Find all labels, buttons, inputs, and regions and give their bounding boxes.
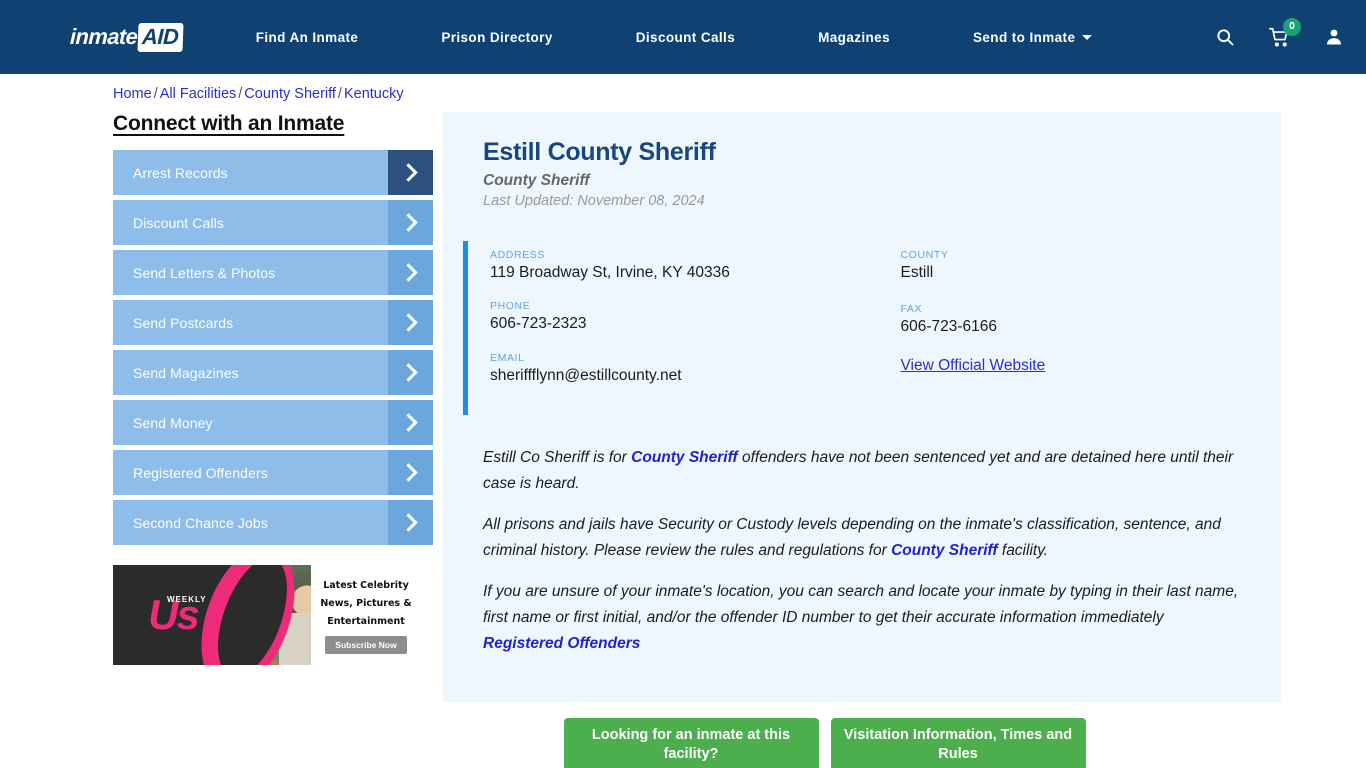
phone-value: 606-723-2323 bbox=[490, 315, 587, 333]
desc-p2-text-b: facility. bbox=[997, 542, 1049, 560]
page-layout: Connect with an Inmate Arrest Records Di… bbox=[0, 108, 1366, 768]
site-header: inmate + AID Find An Inmate Prison Direc… bbox=[0, 0, 1366, 74]
sidebar-item-label: Send Money bbox=[133, 414, 213, 431]
sidebar-item-send-money[interactable]: Send Money bbox=[113, 400, 433, 445]
sidebar-title: Connect with an Inmate bbox=[113, 112, 345, 135]
sidebar-item-arrest-records[interactable]: Arrest Records bbox=[113, 150, 433, 195]
phone-label: PHONE bbox=[490, 300, 531, 313]
fax-value: 606-723-6166 bbox=[900, 318, 998, 336]
nav-discount-calls[interactable]: Discount Calls bbox=[634, 24, 737, 51]
nav-send-to-inmate[interactable]: Send to Inmate bbox=[971, 24, 1094, 51]
account-icon[interactable] bbox=[1324, 27, 1344, 47]
ad-brand-sub: WEEKLY bbox=[167, 595, 207, 604]
breadcrumb-item-all-facilities[interactable]: All Facilities bbox=[160, 86, 237, 102]
header-icon-group: 0 bbox=[1215, 17, 1344, 48]
contact-column-left: ADDRESS 119 Broadway St, Irvine, KY 4033… bbox=[490, 249, 869, 403]
fax-label: FAX bbox=[900, 303, 923, 316]
sidebar-item-send-postcards[interactable]: Send Postcards bbox=[113, 300, 433, 345]
chevron-down-icon bbox=[1082, 34, 1093, 40]
sidebar-item-label: Arrest Records bbox=[133, 164, 228, 181]
chevron-right-icon bbox=[388, 400, 433, 445]
email-value: sheriffflynn@estillcounty.net bbox=[490, 366, 682, 384]
desc-p1-text-a: Estill Co Sheriff is for bbox=[483, 449, 632, 467]
find-inmate-button[interactable]: Looking for an inmate at this facility? bbox=[563, 718, 819, 768]
desc-p3-text-a: If you are unsure of your inmate's locat… bbox=[483, 583, 1239, 627]
chevron-right-icon bbox=[388, 200, 433, 245]
sidebar-item-label: Registered Offenders bbox=[133, 464, 268, 481]
chevron-right-icon bbox=[388, 250, 433, 295]
ad-text: Latest Celebrity News, Pictures & Entert… bbox=[320, 580, 412, 627]
sidebar-item-label: Send Letters & Photos bbox=[133, 264, 276, 281]
address-label: ADDRESS bbox=[490, 249, 545, 261]
chevron-right-icon bbox=[388, 300, 433, 345]
sidebar-item-label: Second Chance Jobs bbox=[133, 514, 268, 531]
nav-find-an-inmate[interactable]: Find An Inmate bbox=[254, 24, 361, 51]
breadcrumb: Home / All Facilities / County Sheriff / Kentu… bbox=[0, 74, 1366, 108]
advertisement-banner[interactable]: Us WEEKLY Latest Celebrity News, Picture… bbox=[113, 565, 423, 665]
view-official-website-link[interactable]: View Official Website bbox=[901, 357, 1046, 375]
logo-aid: AID bbox=[137, 22, 185, 52]
desc-p2-text-a: All prisons and jails have Security or C… bbox=[483, 516, 1221, 560]
cart-count-badge: 0 bbox=[1283, 17, 1301, 36]
breadcrumb-item-home[interactable]: Home bbox=[113, 86, 152, 102]
breadcrumb-separator: / bbox=[238, 86, 243, 102]
desc-p1-link[interactable]: County Sheriff bbox=[631, 449, 738, 466]
chevron-right-icon bbox=[388, 450, 433, 495]
nav-send-to-inmate-label: Send to Inmate bbox=[973, 29, 1076, 45]
cart-icon[interactable]: 0 bbox=[1269, 17, 1301, 48]
sidebar-item-label: Send Magazines bbox=[133, 364, 239, 381]
nav-magazines[interactable]: Magazines bbox=[816, 24, 892, 51]
search-icon[interactable] bbox=[1215, 27, 1235, 47]
description-paragraph-3: If you are unsure of your inmate's locat… bbox=[483, 579, 1247, 657]
ad-copy-block: Latest Celebrity News, Pictures & Entert… bbox=[311, 565, 423, 665]
sidebar-item-registered-offenders[interactable]: Registered Offenders bbox=[113, 450, 433, 495]
breadcrumb-separator: / bbox=[153, 86, 158, 102]
chevron-right-icon bbox=[388, 150, 433, 195]
main-content: Estill County Sheriff County Sheriff Las… bbox=[433, 108, 1366, 768]
description-paragraph-1: Estill Co Sheriff is for County Sheriff … bbox=[483, 445, 1247, 497]
visitation-info-button[interactable]: Visitation Information, Times and Rules bbox=[830, 718, 1086, 768]
facility-card: Estill County Sheriff County Sheriff Las… bbox=[443, 112, 1281, 703]
sidebar-item-label: Discount Calls bbox=[133, 214, 224, 231]
county-value: Estill bbox=[900, 264, 934, 281]
facility-type: County Sheriff bbox=[483, 172, 590, 189]
description-paragraph-2: All prisons and jails have Security or C… bbox=[483, 512, 1247, 564]
breadcrumb-item-kentucky[interactable]: Kentucky bbox=[344, 86, 404, 102]
main-navigation: Find An Inmate Prison Directory Discount… bbox=[254, 24, 1167, 51]
sidebar-item-send-magazines[interactable]: Send Magazines bbox=[113, 350, 433, 395]
breadcrumb-item-county-sheriff[interactable]: County Sheriff bbox=[244, 86, 336, 102]
nav-prison-directory[interactable]: Prison Directory bbox=[439, 24, 554, 51]
ad-subscribe-button[interactable]: Subscribe Now bbox=[325, 636, 407, 654]
breadcrumb-separator: / bbox=[337, 86, 342, 102]
desc-p3-link[interactable]: Registered Offenders bbox=[483, 635, 640, 652]
cta-button-row: Looking for an inmate at this facility? … bbox=[443, 702, 1281, 768]
sidebar-item-second-chance-jobs[interactable]: Second Chance Jobs bbox=[113, 500, 433, 545]
page-title: Estill County Sheriff bbox=[483, 138, 716, 166]
logo-word: inmate bbox=[69, 24, 138, 49]
email-label: EMAIL bbox=[490, 351, 525, 364]
desc-p2-link[interactable]: County Sheriff bbox=[891, 542, 998, 559]
chevron-right-icon bbox=[388, 500, 433, 545]
sidebar: Connect with an Inmate Arrest Records Di… bbox=[113, 108, 433, 768]
address-value: 119 Broadway St, Irvine, KY 40336 bbox=[490, 264, 730, 281]
site-logo[interactable]: inmate + AID bbox=[69, 19, 185, 52]
contact-info-block: ADDRESS 119 Broadway St, Irvine, KY 4033… bbox=[463, 241, 1248, 416]
sidebar-item-label: Send Postcards bbox=[133, 314, 234, 331]
sidebar-item-send-letters-photos[interactable]: Send Letters & Photos bbox=[113, 250, 433, 295]
facility-description: Estill Co Sheriff is for County Sheriff … bbox=[463, 445, 1247, 657]
contact-column-right: COUNTY Estill FAX 606-723-6166 View Offi… bbox=[869, 249, 1248, 403]
county-label: COUNTY bbox=[900, 249, 949, 261]
sidebar-item-discount-calls[interactable]: Discount Calls bbox=[113, 200, 433, 245]
last-updated: Last Updated: November 08, 2024 bbox=[483, 193, 705, 209]
chevron-right-icon bbox=[388, 350, 433, 395]
